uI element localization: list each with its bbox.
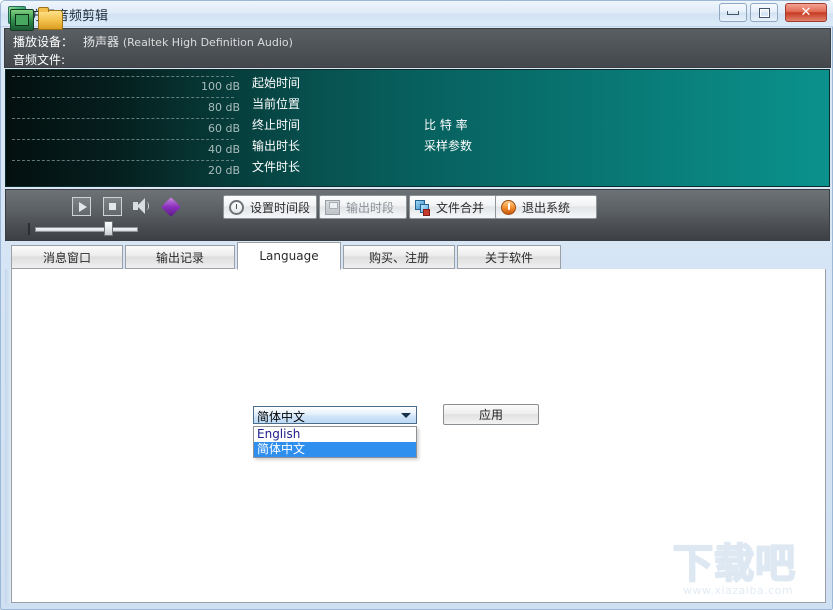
audio-display-panel: 100 dB 80 dB 60 dB 40 dB 20 dB 起始时间 当前位置… <box>5 69 830 187</box>
exit-system-button[interactable]: 退出系统 <box>495 195 597 219</box>
tab-content-panel <box>11 269 826 603</box>
tab-purchase-register[interactable]: 购买、注册 <box>343 245 455 269</box>
tab-label: 消息窗口 <box>42 250 91 265</box>
play-icon[interactable] <box>72 197 91 216</box>
tab-label: Language <box>259 249 319 263</box>
tab-label: 购买、注册 <box>368 250 429 265</box>
tab-message-window[interactable]: 消息窗口 <box>11 245 123 269</box>
merge-icon <box>415 199 430 216</box>
volume-slider-cap <box>28 223 30 235</box>
maximize-button[interactable] <box>750 3 778 22</box>
field-start-time: 起始时间 <box>252 76 301 90</box>
language-select-value: 简体中文 <box>257 410 306 424</box>
output-segment-label: 输出时段 <box>346 200 395 215</box>
language-option-chinese[interactable]: 简体中文 <box>254 442 416 457</box>
field-output-length: 输出时长 <box>252 139 301 153</box>
power-icon <box>501 199 516 215</box>
close-icon: ✕ <box>800 5 812 20</box>
field-sample-params: 采样参数 <box>424 139 473 153</box>
application-window: ♫ 方讯音频剪辑 ✕ 播放设备： 扬声器 (Realtek High Defini… <box>0 0 833 610</box>
clock-icon <box>229 199 244 215</box>
db-label: 100 dB <box>200 80 240 93</box>
speaker-icon[interactable] <box>132 197 152 217</box>
chevron-down-icon <box>401 413 411 418</box>
close-button[interactable]: ✕ <box>785 3 827 22</box>
volume-slider-thumb[interactable] <box>104 221 113 236</box>
tab-label: 关于软件 <box>484 250 533 265</box>
language-select[interactable]: 简体中文 <box>253 406 417 424</box>
output-segment-button[interactable]: 输出时段 <box>319 195 407 219</box>
playback-device-label: 播放设备： <box>13 35 74 49</box>
tab-language[interactable]: Language <box>237 242 341 270</box>
playback-device-value: 扬声器 <box>83 35 120 49</box>
volume-slider-track[interactable] <box>35 227 138 232</box>
field-file-length: 文件时长 <box>252 160 301 174</box>
maximize-icon <box>751 4 777 21</box>
merge-files-label: 文件合并 <box>436 200 485 215</box>
db-label: 60 dB <box>207 122 240 135</box>
playback-device-detail: (Realtek High Definition Audio) <box>122 36 293 49</box>
minimize-button[interactable] <box>719 3 747 22</box>
tab-strip: 消息窗口 输出记录 Language 购买、注册 关于软件 <box>5 242 830 272</box>
save-icon <box>325 199 340 215</box>
db-label: 20 dB <box>207 164 240 177</box>
info-header: 播放设备： 扬声器 (Realtek High Definition Audio)… <box>4 28 831 68</box>
stop-icon[interactable] <box>103 197 122 216</box>
merge-files-button[interactable]: 文件合并 <box>409 195 501 219</box>
tab-about-software[interactable]: 关于软件 <box>457 245 561 269</box>
audio-file-label: 音频文件: <box>13 53 66 67</box>
audio-file-row: 音频文件: <box>13 51 75 68</box>
minimize-icon <box>720 4 746 21</box>
db-label: 80 dB <box>207 101 240 114</box>
tab-label: 输出记录 <box>155 250 204 265</box>
field-bitrate: 比 特 率 <box>424 118 468 132</box>
field-current-pos: 当前位置 <box>252 97 301 111</box>
apply-button-label: 应用 <box>478 408 503 422</box>
language-option-english[interactable]: English <box>254 427 416 442</box>
title-bar: ♫ 方讯音频剪辑 ✕ <box>1 1 833 27</box>
field-end-time: 终止时间 <box>252 118 301 132</box>
playback-device-row: 播放设备： 扬声器 (Realtek High Definition Audio) <box>13 33 293 50</box>
language-dropdown-list[interactable]: English 简体中文 <box>253 426 417 458</box>
set-time-range-label: 设置时间段 <box>250 200 311 215</box>
tab-output-log[interactable]: 输出记录 <box>125 245 235 269</box>
money-icon[interactable] <box>10 9 34 31</box>
book-icon[interactable] <box>161 197 184 217</box>
db-label: 40 dB <box>207 143 240 156</box>
apply-button[interactable]: 应用 <box>443 404 539 425</box>
exit-system-label: 退出系统 <box>522 200 571 215</box>
open-folder-icon[interactable] <box>38 7 63 30</box>
set-time-range-button[interactable]: 设置时间段 <box>223 195 317 219</box>
volume-slider[interactable] <box>28 221 138 236</box>
